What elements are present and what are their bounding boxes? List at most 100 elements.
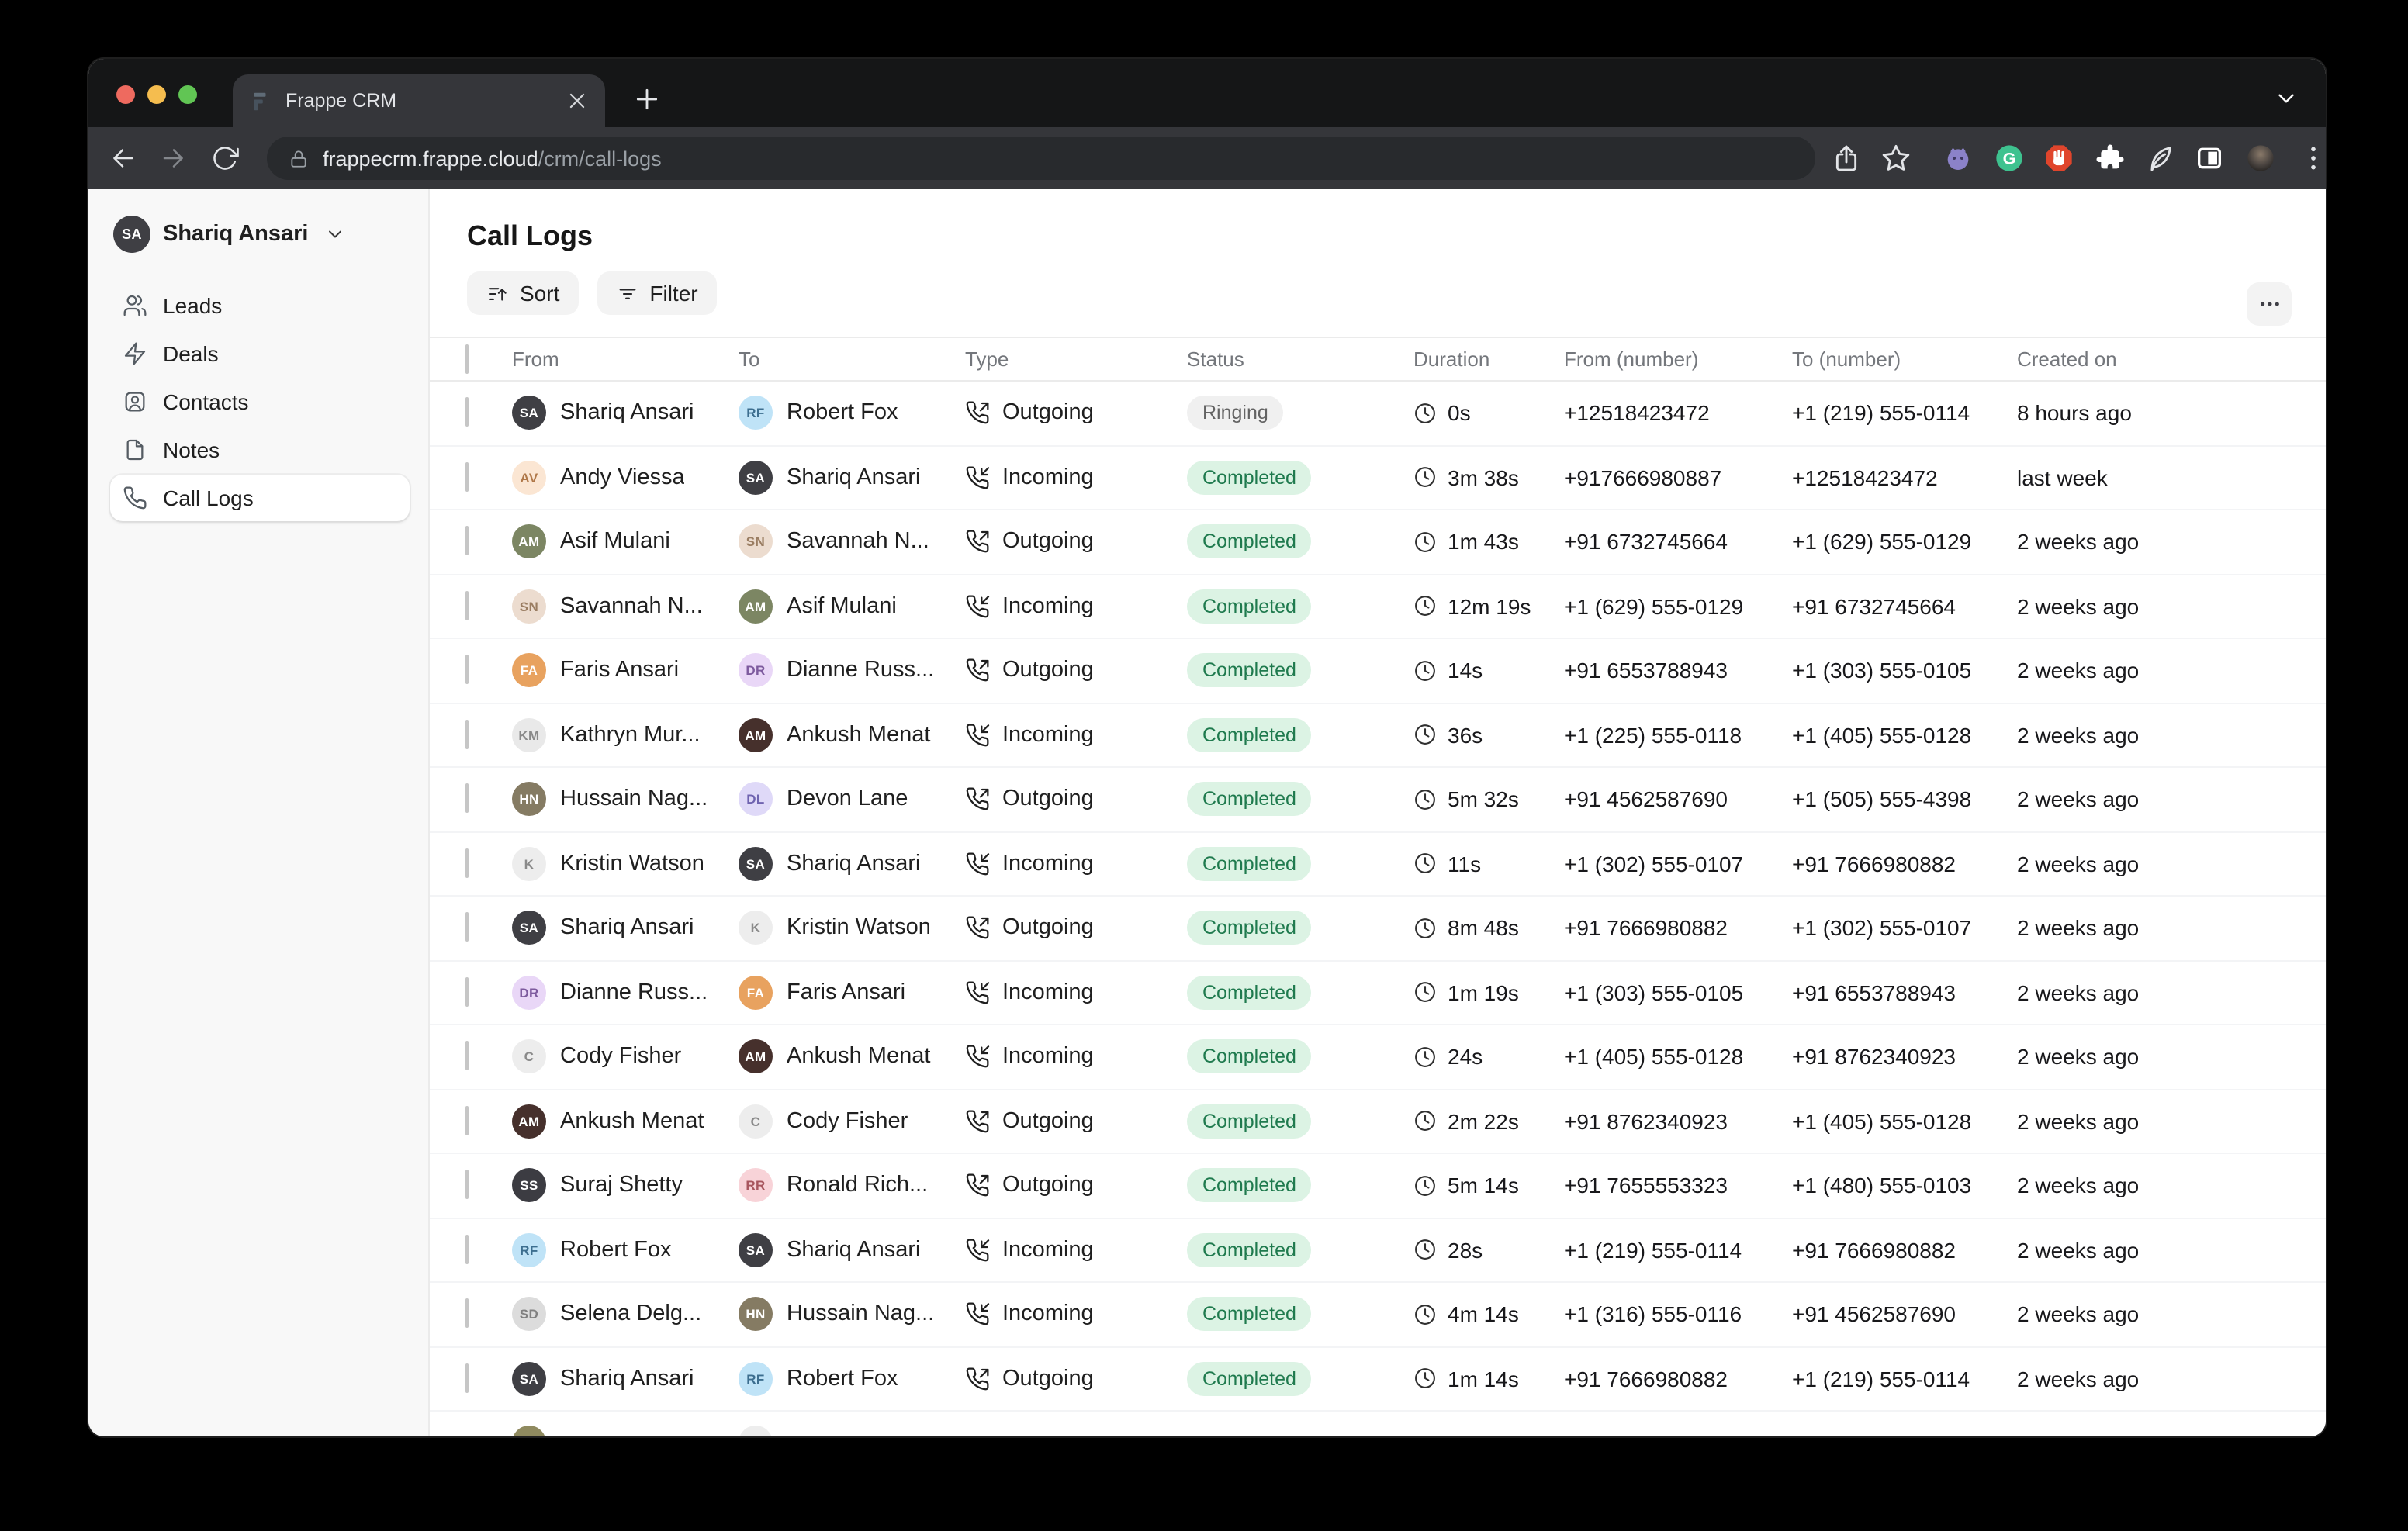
row-checkbox[interactable] [465, 720, 469, 749]
person-name: Faris Ansari [787, 980, 905, 1005]
row-checkbox[interactable] [465, 1042, 469, 1071]
row-checkbox[interactable] [465, 1299, 469, 1329]
table-row[interactable]: SNSavannah N...AMAsif MulaniIncomingComp… [430, 575, 2326, 639]
clock-icon [1413, 466, 1437, 489]
status-badge: Completed [1187, 1104, 1312, 1139]
person-cell [512, 1426, 739, 1437]
row-checkbox[interactable] [465, 591, 469, 620]
sidebar-item-deals[interactable]: Deals [110, 330, 410, 377]
row-checkbox[interactable] [465, 462, 469, 492]
table-row[interactable]: AVAndy ViessaSAShariq AnsariIncomingComp… [430, 446, 2326, 510]
extensions-puzzle-icon[interactable] [2095, 143, 2126, 174]
person-cell: AMAnkush Menat [739, 718, 965, 752]
row-checkbox[interactable] [465, 913, 469, 942]
table-row[interactable]: HNHussain Nag...DLDevon LaneOutgoingComp… [430, 768, 2326, 832]
created-on-cell: 8 hours ago [2017, 401, 2326, 426]
tab-search-chevron-icon[interactable] [2273, 85, 2299, 112]
duration-cell: 5m 14s [1413, 1173, 1564, 1198]
row-checkbox[interactable] [465, 1106, 469, 1135]
avatar: SA [512, 396, 546, 430]
user-menu[interactable]: SA Shariq Ansari [110, 214, 410, 254]
column-header-type: Type [965, 347, 1187, 371]
table-row[interactable]: SAShariq AnsariRFRobert FoxOutgoingCompl… [430, 1347, 2326, 1412]
bookmark-star-icon[interactable] [1880, 143, 1912, 174]
table-row[interactable]: AMAnkush MenatCCody FisherOutgoingComple… [430, 1090, 2326, 1154]
call-type-cell: Incoming [965, 980, 1187, 1005]
leaf-extension-icon[interactable] [2144, 143, 2175, 174]
person-cell [739, 1426, 965, 1437]
call-type-label: Incoming [1002, 852, 1094, 876]
back-button[interactable] [109, 144, 137, 172]
new-tab-button[interactable] [631, 84, 663, 115]
call-type-cell: Incoming [965, 852, 1187, 876]
frappe-crm-app: SA Shariq Ansari LeadsDealsContacts Notes… [88, 189, 2326, 1436]
browser-tab[interactable]: Frappe CRM [233, 74, 605, 127]
filter-button[interactable]: Filter [597, 271, 716, 315]
row-checkbox[interactable] [465, 527, 469, 556]
browser-window: Frappe CRM frappecrm.frappe.cloud/crm/ca… [88, 59, 2326, 1436]
table-row[interactable]: RFRobert FoxSAShariq AnsariIncomingCompl… [430, 1218, 2326, 1283]
person-name: Dianne Russ... [787, 658, 934, 683]
select-all-checkbox[interactable] [465, 344, 469, 373]
refresh-button[interactable] [211, 144, 239, 172]
table-row[interactable]: KKristin WatsonSAShariq AnsariIncomingCo… [430, 832, 2326, 897]
grammarly-extension-icon[interactable]: G [1994, 143, 2025, 174]
row-checkbox[interactable] [465, 655, 469, 685]
table-row[interactable]: FAFaris AnsariDRDianne Russ...OutgoingCo… [430, 639, 2326, 703]
sort-button[interactable]: Sort [467, 271, 578, 315]
window-close-button[interactable] [116, 85, 135, 104]
status-badge: Completed [1187, 1298, 1312, 1332]
avatar: SN [512, 589, 546, 624]
duration-value: 5m 32s [1448, 787, 1519, 812]
table-row[interactable]: SDSelena Delg...HNHussain Nag...Incoming… [430, 1283, 2326, 1347]
call-type-label: Outgoing [1002, 1367, 1094, 1391]
row-checkbox[interactable] [465, 1170, 469, 1200]
from-number-cell: +1 (303) 555-0105 [1564, 980, 1792, 1005]
sidebar-item-notes[interactable]: Notes [110, 427, 410, 473]
url-path: /crm/call-logs [538, 147, 662, 170]
chevron-down-icon [324, 223, 346, 245]
table-row[interactable]: CCody FisherAMAnkush MenatIncomingComple… [430, 1025, 2326, 1090]
row-checkbox[interactable] [465, 398, 469, 427]
adblock-extension-icon[interactable] [2043, 143, 2074, 174]
sidebar-item-leads[interactable]: Leads [110, 282, 410, 329]
sidebar-item-call-logs[interactable]: Call Logs [110, 475, 410, 521]
row-checkbox[interactable] [465, 1363, 469, 1393]
clock-icon [1413, 852, 1437, 876]
column-header-status: Status [1187, 347, 1413, 371]
window-minimize-button[interactable] [147, 85, 166, 104]
more-options-button[interactable] [2247, 282, 2292, 326]
person-name: Kathryn Mur... [560, 723, 701, 748]
phone-outgoing-icon [965, 1109, 990, 1134]
side-panel-icon[interactable] [2194, 143, 2225, 174]
sidebar-item-label: Notes [163, 437, 220, 462]
call-type-cell: Incoming [965, 1302, 1187, 1327]
row-checkbox[interactable] [465, 848, 469, 878]
phone-icon [123, 486, 147, 510]
user-name: Shariq Ansari [163, 222, 309, 247]
browser-menu-kebab-icon[interactable] [2298, 143, 2326, 174]
sidebar-item-contacts[interactable]: Contacts [110, 378, 410, 425]
github-extension-icon[interactable] [1943, 143, 1974, 174]
row-checkbox[interactable] [465, 784, 469, 814]
table-row[interactable]: AMAsif MulaniSNSavannah N...OutgoingComp… [430, 510, 2326, 575]
forward-button[interactable] [160, 144, 188, 172]
address-bar[interactable]: frappecrm.frappe.cloud/crm/call-logs [267, 137, 1815, 180]
table-row[interactable]: SAShariq AnsariKKristin WatsonOutgoingCo… [430, 897, 2326, 961]
window-zoom-button[interactable] [178, 85, 197, 104]
row-checkbox[interactable] [465, 1235, 469, 1264]
tab-close-icon[interactable] [565, 88, 590, 113]
created-on-cell: 2 weeks ago [2017, 852, 2326, 876]
table-row[interactable]: DRDianne Russ...FAFaris AnsariIncomingCo… [430, 961, 2326, 1025]
window-controls [116, 85, 197, 104]
table-row[interactable]: SAShariq AnsariRFRobert FoxOutgoingRingi… [430, 382, 2326, 446]
row-checkbox[interactable] [465, 977, 469, 1007]
browser-profile-avatar[interactable] [2245, 143, 2276, 174]
table-row[interactable]: KMKathryn Mur...AMAnkush MenatIncomingCo… [430, 703, 2326, 768]
table-row-partial[interactable] [430, 1412, 2326, 1436]
table-row[interactable]: SSSuraj ShettyRRRonald Rich...OutgoingCo… [430, 1154, 2326, 1218]
share-icon[interactable] [1831, 143, 1862, 174]
person-name: Kristin Watson [560, 852, 704, 876]
person-name: Ronald Rich... [787, 1173, 928, 1198]
person-cell: RFRobert Fox [739, 1362, 965, 1396]
